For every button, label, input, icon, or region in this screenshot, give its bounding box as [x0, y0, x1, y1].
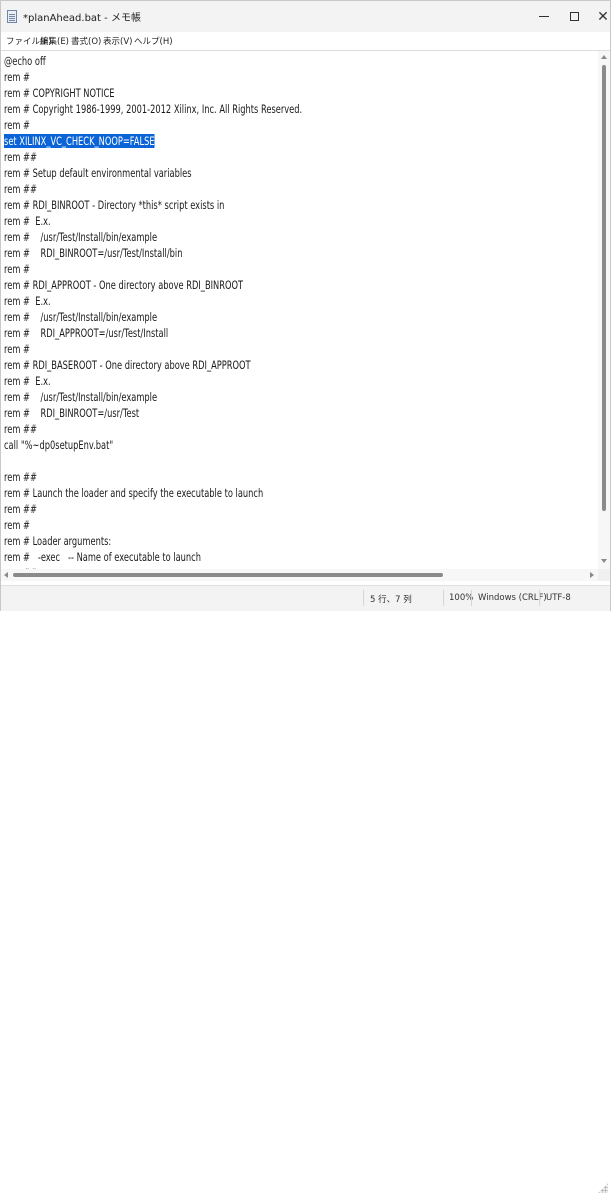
- status-separator: [471, 590, 472, 606]
- status-separator: [539, 590, 540, 606]
- text-line: rem # /usr/Test/Install/bin/example: [4, 229, 157, 245]
- text-line: rem # Launch the loader and specify the …: [4, 485, 263, 501]
- text-line: rem # RDI_APPROOT - One directory above …: [4, 277, 243, 293]
- line-text: rem # RDI_APPROOT - One directory above …: [4, 278, 244, 292]
- line-text: rem # COPYRIGHT NOTICE: [4, 86, 115, 100]
- text-line: rem ##: [4, 501, 37, 517]
- scroll-right-arrow-icon[interactable]: [590, 572, 594, 578]
- line-text: rem # Setup default environmental variab…: [4, 166, 192, 180]
- text-line: rem ##: [4, 149, 37, 165]
- vertical-scrollbar[interactable]: [598, 51, 610, 569]
- text-line: rem # RDI_APPROOT=/usr/Test/Install: [4, 325, 168, 341]
- text-line: @echo off: [4, 53, 46, 69]
- menu-edit[interactable]: 編集(E): [40, 35, 69, 47]
- line-text: rem # /usr/Test/Install/bin/example: [4, 230, 158, 244]
- status-separator: [443, 590, 444, 606]
- line-text: rem # Copyright 1986-1999, 2001-2012 Xil…: [4, 102, 303, 116]
- text-line: rem # Copyright 1986-1999, 2001-2012 Xil…: [4, 101, 302, 117]
- line-text: rem #: [4, 118, 30, 132]
- text-line: rem #: [4, 69, 30, 85]
- close-button[interactable]: ✕: [583, 1, 611, 32]
- line-text: rem # E.x.: [4, 214, 51, 228]
- line-text: rem ##: [4, 502, 37, 516]
- line-text: set XILINX_VC_CHECK_NOOP=FALSE: [4, 134, 155, 148]
- line-text: rem #: [4, 262, 30, 276]
- text-line: rem ##: [4, 421, 37, 437]
- line-text: rem #: [4, 70, 30, 84]
- scroll-left-arrow-icon[interactable]: [4, 572, 8, 578]
- horizontal-scroll-thumb[interactable]: [13, 573, 443, 577]
- line-text: rem # -exec -- Name of executable to lau…: [4, 550, 201, 564]
- status-bar: 5 行、7 列 100% Windows (CRLF) UTF-8: [1, 585, 610, 1193]
- line-text: rem # RDI_BASEROOT - One directory above…: [4, 358, 251, 372]
- cursor-position: 5 行、7 列: [370, 595, 412, 605]
- text-line: rem #: [4, 341, 30, 357]
- line-ending: Windows (CRLF): [478, 593, 547, 603]
- text-line: rem ##: [4, 181, 37, 197]
- zoom-level: 100%: [449, 593, 474, 603]
- vertical-scroll-thumb[interactable]: [602, 65, 606, 511]
- text-line: rem # RDI_BINROOT=/usr/Test: [4, 405, 139, 421]
- status-separator: [363, 590, 364, 606]
- text-line: rem # RDI_BASEROOT - One directory above…: [4, 357, 251, 373]
- line-text: rem # RDI_BINROOT=/usr/Test/Install/bin: [4, 246, 183, 260]
- window-title: *planAhead.bat - メモ帳: [23, 13, 141, 24]
- line-text: rem # /usr/Test/Install/bin/example: [4, 310, 158, 324]
- text-line: call "%~dp0setupEnv.bat": [4, 437, 113, 453]
- line-text: rem ##: [4, 182, 37, 196]
- menu-bar: ファイル(F) 編集(E) 書式(O) 表示(V) ヘルプ(H): [1, 32, 610, 51]
- line-text: rem #: [4, 342, 30, 356]
- text-line: rem # COPYRIGHT NOTICE: [4, 85, 115, 101]
- text-line: rem # E.x.: [4, 213, 51, 229]
- text-line: rem # RDI_BINROOT=/usr/Test/Install/bin: [4, 245, 182, 261]
- scroll-down-arrow-icon[interactable]: [601, 559, 607, 563]
- line-text: rem # /usr/Test/Install/bin/example: [4, 390, 158, 404]
- text-line: rem # E.x.: [4, 373, 51, 389]
- line-text: rem ##: [4, 422, 37, 436]
- line-text: rem ##: [4, 150, 37, 164]
- maximize-icon: [569, 12, 579, 21]
- line-text: rem # Launch the loader and specify the …: [4, 486, 264, 500]
- line-text: rem # E.x.: [4, 374, 51, 388]
- notepad-window: *planAhead.bat - メモ帳 ✕ ファイル(F) 編集(E) 書式(…: [0, 0, 611, 1193]
- line-text: call "%~dp0setupEnv.bat": [4, 438, 114, 452]
- text-line: rem ##: [4, 469, 37, 485]
- notepad-app-icon: [7, 10, 17, 23]
- title-bar[interactable]: *planAhead.bat - メモ帳 ✕: [1, 1, 610, 32]
- text-line: rem # Loader arguments:: [4, 533, 111, 549]
- text-line: rem # -exec -- Name of executable to lau…: [4, 549, 201, 565]
- menu-help[interactable]: ヘルプ(H): [134, 35, 173, 47]
- text-line: rem # RDI_BINROOT - Directory *this* scr…: [4, 197, 224, 213]
- line-text: rem ##: [4, 470, 37, 484]
- text-line: rem # Setup default environmental variab…: [4, 165, 192, 181]
- line-text: rem # E.x.: [4, 294, 51, 308]
- selected-text-line: set XILINX_VC_CHECK_NOOP=FALSE: [4, 133, 155, 149]
- line-text: rem # RDI_BINROOT - Directory *this* scr…: [4, 198, 225, 212]
- text-line: rem # /usr/Test/Install/bin/example: [4, 309, 157, 325]
- line-text: rem #: [4, 518, 30, 532]
- text-line: rem #: [4, 261, 30, 277]
- encoding: UTF-8: [546, 593, 571, 603]
- text-editor-area[interactable]: @echo off rem # rem # COPYRIGHT NOTICE rem …: [1, 51, 598, 569]
- text-line: rem # E.x.: [4, 293, 51, 309]
- text-line: rem #: [4, 517, 30, 533]
- line-text: rem # RDI_APPROOT=/usr/Test/Install: [4, 326, 169, 340]
- close-icon: ✕: [597, 8, 609, 25]
- menu-view[interactable]: 表示(V): [103, 35, 132, 47]
- minimize-icon: [539, 16, 549, 17]
- line-text: @echo off: [4, 54, 46, 68]
- line-text: rem # Loader arguments:: [4, 534, 112, 548]
- menu-format[interactable]: 書式(O): [71, 35, 101, 47]
- scrollbar-corner: [598, 569, 610, 581]
- text-line: rem # /usr/Test/Install/bin/example: [4, 389, 157, 405]
- line-text: rem # RDI_BINROOT=/usr/Test: [4, 406, 140, 420]
- horizontal-scrollbar[interactable]: [1, 569, 598, 581]
- scroll-up-arrow-icon[interactable]: [601, 55, 607, 59]
- text-line: rem #: [4, 117, 30, 133]
- resize-grip-icon[interactable]: [598, 1183, 608, 1193]
